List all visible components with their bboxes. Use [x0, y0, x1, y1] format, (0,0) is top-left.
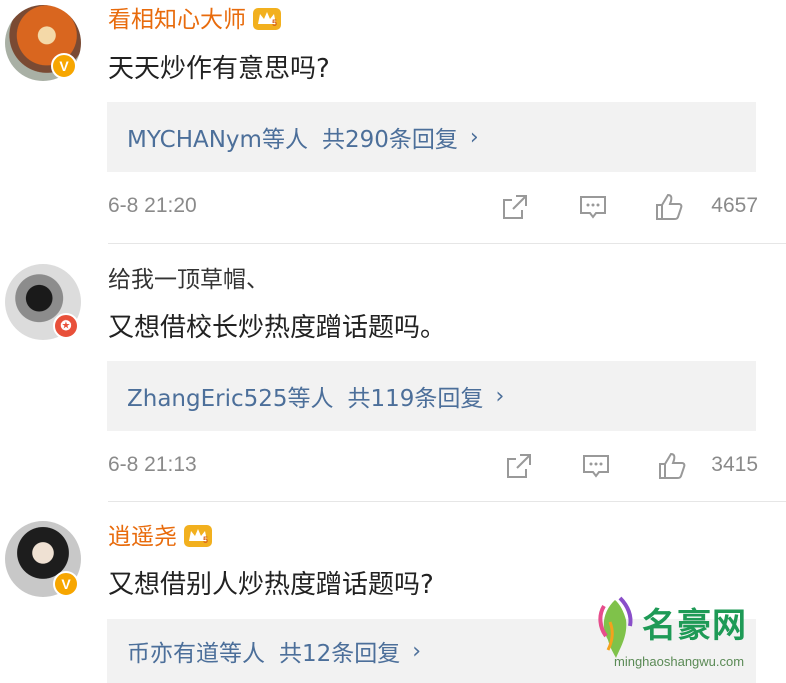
watermark-name: 名豪网 — [642, 606, 747, 646]
like-count: 3415 — [711, 453, 758, 476]
crown-icon: 5 — [184, 525, 212, 547]
divider — [108, 243, 786, 244]
username[interactable]: 给我一顶草帽、 — [108, 265, 269, 295]
svg-text:5: 5 — [272, 18, 277, 28]
username[interactable]: 逍遥尧 5 — [108, 522, 213, 552]
reply-count: 共119条回复 — [347, 386, 484, 412]
timestamp: 6-8 21:13 — [108, 453, 197, 476]
comment-text: 又想借别人炒热度蹭话题吗? — [108, 570, 434, 600]
comment-text: 天天炒作有意思吗? — [108, 54, 330, 84]
reply-users: MYCHANym等人 — [127, 127, 308, 153]
comment-text: 又想借校长炒热度蹭话题吗。 — [108, 313, 447, 343]
like-count: 4657 — [711, 194, 758, 217]
crown-icon: 5 — [253, 8, 281, 30]
share-icon[interactable] — [504, 451, 534, 481]
username-label: 给我一顶草帽、 — [108, 267, 269, 293]
username-label: 逍遥尧 — [108, 524, 177, 550]
username-label: 看相知心大师 — [108, 7, 246, 33]
share-icon[interactable] — [500, 192, 530, 222]
chevron-right-icon: › — [469, 124, 479, 150]
comment-icon[interactable] — [581, 451, 611, 481]
reply-count: 共12条回复 — [279, 641, 401, 667]
like-icon[interactable] — [654, 192, 684, 222]
verified-badge-icon: ✪ — [53, 313, 79, 339]
svg-text:5: 5 — [203, 535, 208, 545]
reply-users: ZhangEric525等人 — [127, 386, 334, 412]
verified-badge-icon: V — [53, 571, 79, 597]
divider — [108, 501, 786, 502]
like-icon[interactable] — [657, 451, 687, 481]
chevron-right-icon: › — [495, 383, 505, 409]
timestamp: 6-8 21:20 — [108, 194, 197, 217]
reply-summary[interactable]: ZhangEric525等人 共119条回复 › — [107, 361, 756, 431]
reply-count: 共290条回复 — [321, 127, 458, 153]
reply-users: 币亦有道等人 — [127, 641, 265, 667]
comment-meta: 6-8 21:13 3415 — [108, 447, 758, 487]
reply-summary[interactable]: MYCHANym等人 共290条回复 › — [107, 102, 756, 172]
comment-meta: 6-8 21:20 4657 — [108, 188, 758, 228]
username[interactable]: 看相知心大师 5 — [108, 5, 282, 35]
verified-badge-icon: V — [51, 53, 77, 79]
comment-icon[interactable] — [578, 192, 608, 222]
watermark-domain: minghaoshangwu.com — [614, 654, 745, 669]
watermark: 名豪网 minghaoshangwu.com — [590, 592, 780, 678]
chevron-right-icon: › — [412, 638, 422, 664]
